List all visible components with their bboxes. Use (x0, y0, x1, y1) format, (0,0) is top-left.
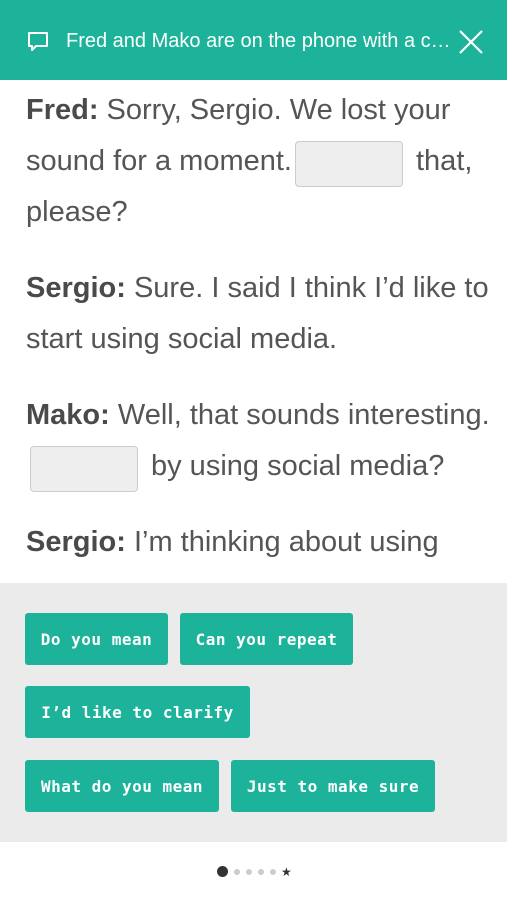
dialogue-text: please? (26, 196, 128, 228)
close-button[interactable] (455, 26, 487, 58)
page-dot[interactable] (234, 869, 240, 875)
dialogue-text: Well, that sounds interesting. (109, 399, 490, 431)
page-dot[interactable] (270, 869, 276, 875)
option-what-do-you-mean[interactable]: What do you mean (25, 760, 219, 812)
dialogue-line: Sergio: I’m thinking about using (26, 522, 439, 562)
speaker-name: Mako: (26, 399, 110, 431)
dialogue-line: Sergio: Sure. I said I think I’d like to (26, 268, 489, 308)
header-bar: Fred and Mako are on the phone with a cl… (0, 0, 507, 80)
page-dot[interactable] (258, 869, 264, 875)
dialogue-text: start using social media. (26, 323, 338, 355)
option-can-you-repeat[interactable]: Can you repeat (180, 613, 353, 665)
dialogue-text: Sorry, Sergio. We lost your (98, 94, 451, 126)
dialogue-text: I’m thinking about using (125, 526, 439, 558)
option-do-you-mean[interactable]: Do you mean (25, 613, 168, 665)
dialogue-text: that, (416, 145, 473, 177)
word-bank: Do you mean Can you repeat I’d like to c… (0, 583, 507, 842)
option-id-like-to-clarify[interactable]: I’d like to clarify (25, 686, 250, 738)
activity-instructions: Fred and Mako are on the phone with a cl… (66, 30, 452, 52)
dialogue-text: by using social media? (151, 450, 445, 482)
answer-blank-1[interactable] (295, 141, 403, 187)
speaker-name: Fred: (26, 94, 99, 126)
speaker-name: Sergio: (26, 526, 126, 558)
speaker-name: Sergio: (26, 272, 126, 304)
pagination: ★ (0, 842, 507, 900)
page-dot[interactable] (246, 869, 252, 875)
dialogue-text: Sure. I said I think I’d like to (125, 272, 489, 304)
dialogue-panel: Fred: Sorry, Sergio. We lost your sound … (0, 80, 507, 583)
dialogue-line: Mako: Well, that sounds interesting. (26, 395, 490, 435)
close-icon (459, 30, 483, 54)
dialogue-text: sound for a moment. (26, 145, 292, 177)
star-icon: ★ (281, 865, 292, 879)
answer-blank-2[interactable] (30, 446, 138, 492)
chat-icon (26, 30, 50, 54)
option-just-to-make-sure[interactable]: Just to make sure (231, 760, 435, 812)
dialogue-line: Fred: Sorry, Sergio. We lost your (26, 90, 450, 130)
page-dot-active[interactable] (217, 866, 228, 877)
